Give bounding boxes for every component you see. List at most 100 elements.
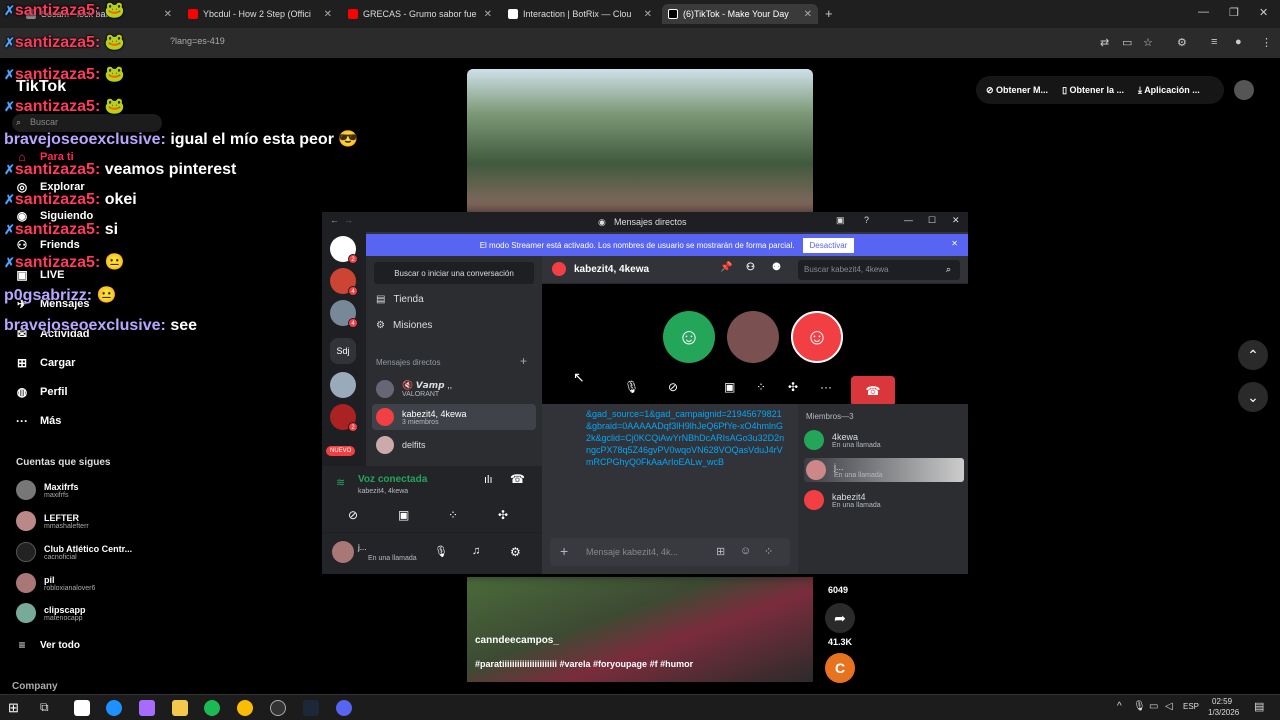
file-explorer-icon[interactable] <box>172 700 188 716</box>
obs-icon[interactable] <box>270 700 286 716</box>
video-player-next[interactable]: canndeecampos_ #paratiiiiiiiiiiiiiiiiiii… <box>467 577 813 682</box>
task-view-icon[interactable]: ⧉ <box>40 700 56 716</box>
dm-item[interactable]: delfits <box>372 432 536 458</box>
dm-item-selected[interactable]: kabezit4, 4kewa 3 miembros <box>372 404 536 430</box>
voice-status[interactable]: Voz conectada <box>358 474 427 485</box>
steam-icon[interactable] <box>303 700 319 716</box>
share-icon[interactable]: ➦ <box>825 603 855 633</box>
server-icon[interactable]: Sdj <box>330 338 356 364</box>
discord-avatar-icon[interactable]: ☺ <box>663 311 715 363</box>
message-link[interactable]: &gad_source=1&gad_campaignid=21945679821… <box>586 408 786 468</box>
forward-arrow-icon[interactable]: → <box>344 215 353 225</box>
close-tab-icon[interactable]: ✕ <box>484 9 492 20</box>
participant-avatar[interactable] <box>727 311 779 363</box>
clock-date[interactable]: 1/3/2026 <box>1208 708 1239 717</box>
browser-tab[interactable]: GRECAS - Grumo sabor fue ✕ <box>342 4 498 24</box>
bookmark-star-icon[interactable]: ☆ <box>1143 36 1153 49</box>
chrome-icon[interactable] <box>237 700 253 716</box>
pin-icon[interactable]: 📌 <box>720 262 732 273</box>
cast-icon[interactable]: ▭ <box>1122 36 1132 49</box>
copilot-icon[interactable] <box>139 700 155 716</box>
camera-off-icon[interactable]: ⊘ <box>348 508 358 522</box>
extensions-icon[interactable]: ⚙ <box>1177 36 1187 49</box>
close-tab-icon[interactable]: ✕ <box>804 9 812 20</box>
inbox-icon[interactable]: ▣ <box>836 215 845 226</box>
noise-suppression-icon[interactable]: ılı <box>484 474 493 486</box>
server-icon[interactable] <box>330 372 356 398</box>
user-avatar[interactable] <box>1234 80 1254 100</box>
dm-home-icon[interactable]: 2 <box>330 236 358 264</box>
new-tab-icon[interactable]: + <box>825 6 833 21</box>
see-all-link[interactable]: ≡ Ver todo <box>14 638 80 652</box>
nav-perfil[interactable]: ◍ Perfil <box>14 385 68 399</box>
server-icon[interactable]: 2 <box>330 404 358 432</box>
following-account[interactable]: Maxifrfs maxifrfs <box>16 480 79 500</box>
mic-tray-icon[interactable]: 🎙 <box>1133 701 1146 712</box>
desktop-app-button[interactable]: ⤓ Aplicación ... <box>1138 85 1200 96</box>
screen-share-icon[interactable]: ▣ <box>398 508 409 522</box>
video-player[interactable] <box>467 69 813 214</box>
get-coins-button[interactable]: ⊘ Obtener M... <box>986 85 1048 96</box>
close-tab-icon[interactable]: ✕ <box>644 9 652 20</box>
minimize-icon[interactable]: — <box>1198 6 1209 18</box>
mic-icon[interactable]: 🎙 <box>434 545 448 558</box>
voice-channel-name[interactable]: kabezit4, 4kewa <box>358 488 408 495</box>
message-input[interactable]: + Mensaje kabezit4, 4k... ⊞ ☺ ⁘ <box>550 538 790 566</box>
clock-time[interactable]: 02:59 <box>1212 697 1232 706</box>
following-account[interactable]: pil robloxianalover6 <box>16 573 95 593</box>
channel-search-input[interactable]: Buscar kabezit4, 4kewa <box>798 260 960 280</box>
volume-icon[interactable]: ◁ <box>1165 701 1173 712</box>
network-icon[interactable]: ▭ <box>1149 701 1158 712</box>
reading-list-icon[interactable]: ≡ <box>1211 36 1217 48</box>
gift-icon[interactable]: ⊞ <box>716 545 725 558</box>
browser-tab-active[interactable]: (6)TikTok - Make Your Day ✕ <box>662 4 818 24</box>
maximize-icon[interactable]: ☐ <box>928 215 936 226</box>
edge-icon[interactable] <box>106 700 122 716</box>
browser-tab[interactable]: Ybcdul - How 2 Step (Offici ✕ <box>182 4 338 24</box>
headset-icon[interactable]: ♫ <box>472 545 480 557</box>
attach-plus-icon[interactable]: + <box>560 543 568 559</box>
emoji-icon[interactable]: ☺ <box>740 545 751 557</box>
language-indicator[interactable]: ESP <box>1183 702 1199 711</box>
nav-mas[interactable]: ··· Más <box>14 414 61 428</box>
screen-share-icon[interactable]: ▣ <box>724 380 735 394</box>
start-windows-icon[interactable]: ⊞ <box>8 700 24 716</box>
store-icon[interactable] <box>74 700 90 716</box>
browser-tab[interactable]: Interaction | BotRix — Clou ✕ <box>502 4 658 24</box>
maximize-icon[interactable]: ❐ <box>1229 6 1239 19</box>
member-item[interactable]: j... En una llamada <box>804 458 964 482</box>
notifications-icon[interactable]: ▤ <box>1254 700 1264 713</box>
video-hashtags[interactable]: #paratiiiiiiiiiiiiiiiiiiiiii #varela #fo… <box>475 659 693 669</box>
prev-video-chevron-up-icon[interactable]: ⌃ <box>1238 340 1268 370</box>
soundboard-icon[interactable]: ✣ <box>788 380 798 394</box>
close-banner-icon[interactable]: ✕ <box>951 239 958 248</box>
close-tab-icon[interactable]: ✕ <box>164 9 172 20</box>
discord-avatar-icon[interactable]: ☺ <box>791 311 843 363</box>
minimize-icon[interactable]: — <box>904 215 913 225</box>
menu-kebab-icon[interactable]: ⋮ <box>1261 36 1272 49</box>
avatar[interactable] <box>332 541 354 563</box>
mic-icon[interactable]: 🎙 <box>624 380 639 394</box>
show-hidden-icon[interactable]: ^ <box>1117 701 1122 712</box>
video-author[interactable]: canndeecampos_ <box>475 635 559 646</box>
music-avatar-icon[interactable]: C <box>825 653 855 683</box>
apps-icon[interactable]: ⁘ <box>764 545 773 558</box>
company-link[interactable]: Company <box>12 681 58 692</box>
following-account[interactable]: Club Atlético Centr... cacnoficial <box>16 542 132 562</box>
dm-item[interactable]: 🔇 𝙑𝙖𝙢𝙥 ,, VALORANT <box>372 376 536 402</box>
following-account[interactable]: clipscapp matenocapp <box>16 603 86 623</box>
next-video-chevron-down-icon[interactable]: ⌄ <box>1238 382 1268 412</box>
more-dots-icon[interactable]: ··· <box>820 380 832 394</box>
disable-streamer-button[interactable]: Desactivar <box>802 237 855 253</box>
back-arrow-icon[interactable]: ← <box>330 215 339 225</box>
disconnect-icon[interactable]: ☎ <box>510 472 525 486</box>
get-app-button[interactable]: ▯ Obtener la ... <box>1062 85 1124 96</box>
activities-icon[interactable]: ⁘ <box>756 380 766 394</box>
settings-gear-icon[interactable]: ⚙ <box>510 545 521 559</box>
shop-item[interactable]: ▤ Tienda <box>376 294 424 305</box>
nav-cargar[interactable]: ⊞ Cargar <box>14 356 76 370</box>
members-icon[interactable]: ⚉ <box>772 262 781 273</box>
help-icon[interactable]: ? <box>864 215 869 225</box>
spotify-icon[interactable] <box>204 700 220 716</box>
activities-icon[interactable]: ⁘ <box>448 508 458 522</box>
